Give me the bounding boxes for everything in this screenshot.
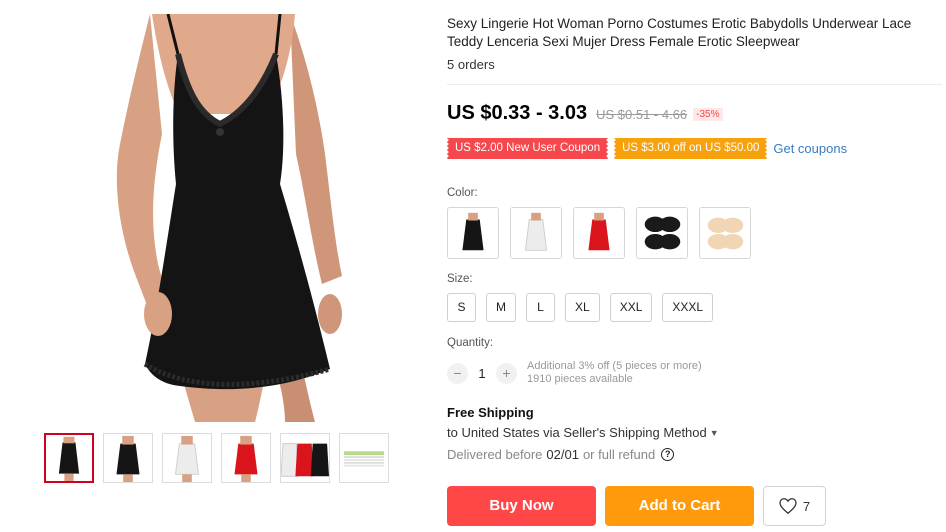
quantity-increase-button[interactable]: + <box>496 362 517 384</box>
thumbnail-size-chart[interactable] <box>339 433 389 483</box>
thumbnail-three-colors[interactable] <box>280 433 330 483</box>
heart-icon <box>779 498 797 514</box>
quantity-label: Quantity: <box>447 337 494 349</box>
chevron-down-icon: ▼ <box>709 428 719 438</box>
new-user-coupon[interactable]: US $2.00 New User Coupon <box>444 138 611 159</box>
delivery-date: 02/01 <box>546 447 579 462</box>
bulk-discount-text: Additional 3% off (5 pieces or more) <box>527 360 702 372</box>
main-product-image[interactable] <box>80 14 380 422</box>
help-icon[interactable]: ? <box>661 448 675 461</box>
quantity-stepper: − 1 + Additional 3% off (5 pieces or mor… <box>447 360 702 386</box>
delivery-suffix: or full refund <box>582 447 656 462</box>
shipping-title: Free Shipping <box>447 405 534 420</box>
color-label: Color: <box>447 187 478 199</box>
color-swatch-red[interactable] <box>573 207 625 259</box>
quantity-input[interactable]: 1 <box>468 366 496 381</box>
delivery-prefix: Delivered before <box>447 447 543 462</box>
price-row: US $0.33 - 3.03 US $0.51 - 4.66 -35% <box>447 102 723 125</box>
size-option-l[interactable]: L <box>526 293 555 322</box>
delivery-estimate: Delivered before 02/01 or full refund ? <box>447 447 675 462</box>
stock-available-text: 1910 pieces available <box>527 373 633 385</box>
get-coupons-link[interactable]: Get coupons <box>773 141 847 156</box>
thumbnail-white-dress[interactable] <box>162 433 212 483</box>
color-swatch-nude-pad[interactable] <box>699 207 751 259</box>
size-option-xl[interactable]: XL <box>565 293 600 322</box>
wishlist-count: 7 <box>802 498 811 514</box>
divider <box>447 84 942 85</box>
original-price: US $0.51 - 4.66 <box>596 107 688 122</box>
purchase-actions: Buy Now Add to Cart 7 <box>447 486 826 526</box>
product-photo-illustration <box>116 14 342 422</box>
size-option-xxxl[interactable]: XXXL <box>662 293 714 322</box>
wishlist-button[interactable]: 7 <box>763 486 826 526</box>
size-options: S M L XL XXL XXXL <box>447 293 714 322</box>
product-title: Sexy Lingerie Hot Woman Porno Costumes E… <box>447 16 912 49</box>
color-swatch-black[interactable] <box>447 207 499 259</box>
size-label: Size: <box>447 273 473 285</box>
thumbnail-black-dress-front[interactable] <box>103 433 153 483</box>
color-swatch-black-pad[interactable] <box>636 207 688 259</box>
buy-now-button[interactable]: Buy Now <box>447 486 596 526</box>
orders-count: 5 orders <box>447 57 495 72</box>
store-coupon[interactable]: US $3.00 off on US $50.00 <box>612 138 770 159</box>
color-swatch-white[interactable] <box>510 207 562 259</box>
size-option-xxl[interactable]: XXL <box>609 293 653 322</box>
thumbnail-strip <box>44 433 389 483</box>
thumbnail-black-dress[interactable] <box>44 433 94 483</box>
shipping-method-selector[interactable]: to United States via Seller's Shipping M… <box>447 425 719 440</box>
size-option-s[interactable]: S <box>447 293 476 322</box>
current-price: US $0.33 - 3.03 <box>447 102 588 124</box>
thumbnail-red-dress[interactable] <box>221 433 271 483</box>
color-options <box>447 207 751 259</box>
add-to-cart-button[interactable]: Add to Cart <box>605 486 754 526</box>
size-option-m[interactable]: M <box>486 293 516 322</box>
coupon-row: US $2.00 New User Coupon US $3.00 off on… <box>444 138 847 159</box>
shipping-destination: to United States via Seller's Shipping M… <box>447 425 707 440</box>
quantity-decrease-button[interactable]: − <box>447 362 468 384</box>
discount-badge: -35% <box>693 108 723 121</box>
quantity-info: Additional 3% off (5 pieces or more) 191… <box>527 360 702 386</box>
